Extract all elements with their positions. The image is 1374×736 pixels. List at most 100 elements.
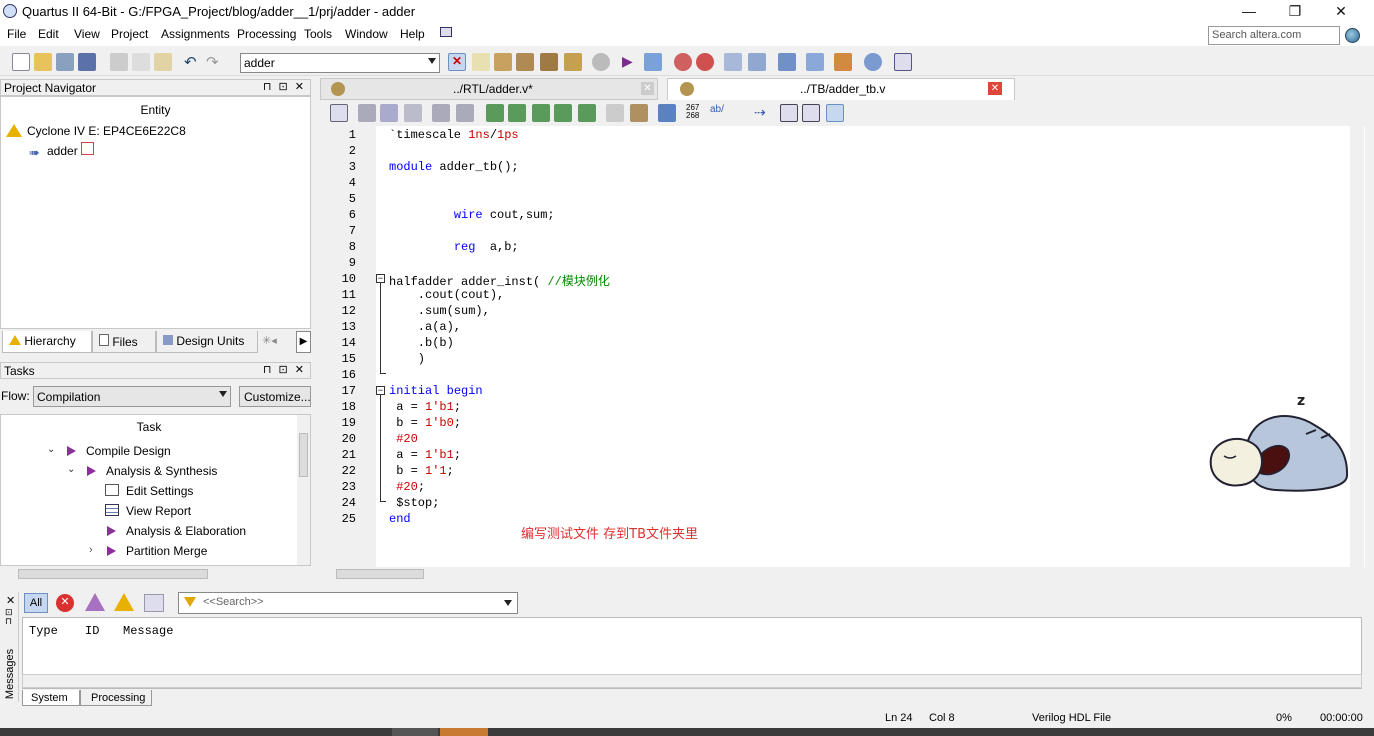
copy-icon[interactable] — [132, 53, 150, 71]
col-message[interactable]: Message — [123, 624, 173, 638]
search-input[interactable]: Search altera.com — [1208, 26, 1340, 45]
paste-icon[interactable] — [154, 53, 172, 71]
code-line[interactable]: $stop; — [389, 496, 439, 510]
expand-icon[interactable]: ⌄ — [47, 444, 55, 455]
goto-icon[interactable] — [404, 104, 422, 122]
system-builder-icon[interactable] — [834, 53, 852, 71]
panel-controls-icon[interactable]: ⊓ ⊡ ✕ — [263, 80, 306, 93]
minimize-button[interactable]: — — [1226, 0, 1272, 24]
top-entity[interactable]: adder — [47, 144, 78, 158]
pin-icon[interactable]: ⊡ ⊓ — [5, 608, 13, 626]
menu-window[interactable]: Window — [345, 27, 388, 41]
code-line[interactable]: .b(b) — [389, 336, 454, 350]
expand-icon[interactable]: ⌄ — [67, 464, 75, 475]
code-line[interactable]: a = 1'b1; — [389, 400, 461, 414]
feedback-icon[interactable] — [894, 53, 912, 71]
bookmark-icon[interactable] — [486, 104, 504, 122]
tab-hierarchy[interactable]: Hierarchy — [2, 331, 92, 353]
analyze-icon[interactable] — [644, 53, 662, 71]
spell-check-icon[interactable]: ab/ — [710, 104, 728, 122]
chip-icon[interactable] — [516, 53, 534, 71]
chevron-down-icon[interactable] — [504, 600, 512, 606]
tasks-vscrollbar[interactable] — [297, 415, 310, 565]
panel-controls-icon[interactable]: ⊓ ⊡ ✕ — [263, 363, 306, 376]
code-line[interactable]: #20; — [389, 480, 425, 494]
code-line[interactable]: `timescale 1ns/1ps — [389, 128, 519, 142]
tab-adder-v[interactable]: ../RTL/adder.v* ✕ — [320, 78, 658, 100]
remove-bookmarks-icon[interactable] — [578, 104, 596, 122]
code-line[interactable]: end — [389, 512, 411, 526]
menu-help[interactable]: Help — [400, 27, 425, 41]
task-analysis-elaboration[interactable]: Analysis & Elaboration — [126, 524, 246, 538]
flow-select[interactable]: Compilation — [33, 386, 231, 407]
menu-processing[interactable]: Processing — [237, 27, 296, 41]
code-line[interactable]: a = 1'b1; — [389, 448, 461, 462]
comment-icon[interactable] — [630, 104, 648, 122]
next-bookmark-icon[interactable] — [508, 104, 526, 122]
programmer-icon[interactable] — [778, 53, 796, 71]
timequest-icon[interactable] — [696, 53, 714, 71]
code-line[interactable]: b = 1'1; — [389, 464, 454, 478]
open-folder-icon[interactable] — [34, 53, 52, 71]
col-type[interactable]: Type — [29, 624, 58, 638]
pencil-icon[interactable] — [494, 53, 512, 71]
tab-adder-tb-v[interactable]: ../TB/adder_tb.v ✕ — [667, 78, 1015, 100]
signaltap-icon[interactable] — [806, 53, 824, 71]
close-panel-icon[interactable]: ✕ — [6, 594, 15, 607]
code-line[interactable]: .sum(sum), — [389, 304, 490, 318]
taskbar-item[interactable] — [440, 728, 488, 736]
code-line[interactable]: .a(a), — [389, 320, 461, 334]
code-line[interactable]: b = 1'b0; — [389, 416, 461, 430]
line-number-icon[interactable]: 267 268 — [686, 104, 704, 122]
tab-design-units[interactable]: Design Units — [156, 331, 258, 353]
collapsed-icon[interactable]: › — [89, 544, 93, 556]
maximize-button[interactable]: ❐ — [1272, 0, 1318, 24]
redo-icon[interactable]: ↷ — [206, 53, 224, 71]
new-file-icon[interactable] — [12, 53, 30, 71]
help-icon[interactable] — [864, 53, 882, 71]
close-tab-icon[interactable]: ✕ — [641, 82, 654, 95]
attach-icon[interactable] — [606, 104, 624, 122]
settings-wand-icon[interactable] — [472, 53, 490, 71]
close-tab-icon[interactable]: ✕ — [988, 82, 1002, 95]
chip-analyze-icon[interactable] — [564, 53, 582, 71]
pin-planner-icon[interactable]: ✕ — [448, 53, 466, 71]
task-analysis-synthesis[interactable]: Analysis & Synthesis — [106, 464, 217, 478]
message-search-input[interactable]: <<Search>> — [178, 592, 518, 614]
fold-toggle-icon[interactable]: − — [376, 274, 385, 283]
editor-vscrollbar[interactable] — [1350, 126, 1364, 567]
taskbar-item[interactable] — [392, 728, 438, 736]
stop-icon[interactable] — [592, 53, 610, 71]
code-line[interactable]: #20 — [389, 432, 418, 446]
editor-hscrollbar[interactable] — [318, 567, 1350, 581]
tab-files[interactable]: Files — [92, 331, 156, 353]
save-all-icon[interactable] — [78, 53, 96, 71]
device-name[interactable]: Cyclone IV E: EP4CE6E22C8 — [27, 124, 186, 138]
replace-icon[interactable] — [380, 104, 398, 122]
scroll-right-icon[interactable]: ▶ — [296, 331, 311, 353]
col-id[interactable]: ID — [85, 624, 99, 638]
indent-icon[interactable] — [432, 104, 450, 122]
view-icon[interactable] — [780, 104, 798, 122]
menu-view[interactable]: View — [74, 27, 100, 41]
globe-icon[interactable] — [1345, 28, 1360, 43]
split-view-icon[interactable] — [802, 104, 820, 122]
customize-button[interactable]: Customize... — [239, 386, 311, 407]
code-line[interactable]: reg a,b; — [389, 240, 519, 254]
outdent-icon[interactable] — [456, 104, 474, 122]
syntax-check-icon[interactable] — [658, 104, 676, 122]
code-line[interactable]: initial begin — [389, 384, 483, 398]
tab-processing[interactable]: Processing — [80, 690, 152, 706]
fold-toggle-icon[interactable]: − — [376, 386, 385, 395]
wrap-icon[interactable]: ⇢ — [754, 104, 772, 122]
warning-filter-icon[interactable] — [114, 593, 134, 611]
code-editor[interactable] — [318, 126, 1365, 567]
undo-icon[interactable]: ↶ — [184, 53, 202, 71]
prev-bookmark-icon[interactable] — [532, 104, 550, 122]
code-line[interactable]: halfadder adder_inst( //模块例化 — [389, 272, 610, 289]
entity-select[interactable]: adder — [240, 53, 440, 73]
menu-assignments[interactable]: Assignments — [161, 27, 230, 41]
code-line[interactable]: wire cout,sum; — [389, 208, 555, 222]
suppress-filter-icon[interactable] — [144, 594, 164, 612]
task-edit-settings[interactable]: Edit Settings — [126, 484, 193, 498]
